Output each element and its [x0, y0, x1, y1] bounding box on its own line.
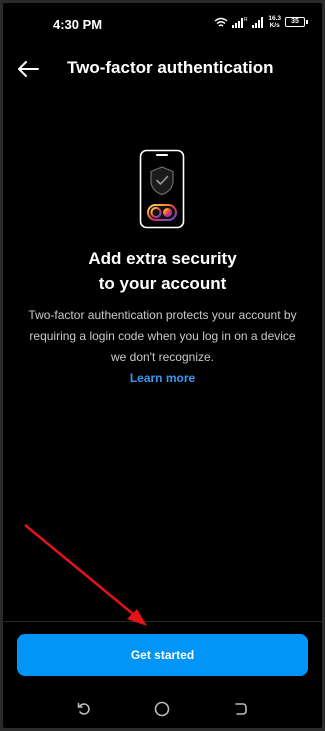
- learn-more-link-row: Learn more: [3, 371, 322, 385]
- headline: Add extra security to your account: [3, 246, 322, 296]
- headline-line-2: to your account: [98, 274, 227, 293]
- network-speed-unit: K/s: [269, 22, 280, 29]
- divider: [3, 621, 322, 622]
- nav-back-button[interactable]: [229, 697, 253, 721]
- back-icon: [235, 703, 247, 715]
- home-button[interactable]: [150, 697, 174, 721]
- network-speed-value: 16.3: [268, 15, 281, 22]
- annotation-arrow-icon: [24, 524, 147, 626]
- battery-icon: 35: [285, 17, 308, 27]
- network-speed: 16.3 K/s: [268, 15, 281, 29]
- get-started-button[interactable]: Get started: [17, 634, 308, 676]
- signal-icon: [252, 17, 264, 28]
- phone-shield-check-icon: [139, 149, 185, 229]
- status-bar: 4:30 PM R 16.3 K/s 35: [3, 3, 322, 47]
- signal-r-icon: R: [232, 17, 248, 28]
- recents-icon: [77, 702, 90, 715]
- page-title: Two-factor authentication: [67, 58, 274, 77]
- recents-button[interactable]: [72, 697, 96, 721]
- wifi-icon: [214, 17, 228, 27]
- app-header: Two-factor authentication: [3, 51, 322, 87]
- status-time: 4:30 PM: [53, 17, 103, 32]
- illustration: [139, 149, 185, 234]
- system-nav-bar: [3, 693, 322, 723]
- learn-more-link[interactable]: Learn more: [130, 371, 195, 385]
- home-icon: [154, 701, 170, 717]
- svg-text:R: R: [244, 17, 248, 23]
- back-button[interactable]: [13, 55, 43, 83]
- arrow-left-icon: [18, 61, 39, 77]
- screen: 4:30 PM R 16.3 K/s 35 Two-factor authent…: [3, 3, 322, 728]
- headline-line-1: Add extra security: [88, 249, 237, 268]
- description: Two-factor authentication protects your …: [28, 308, 297, 364]
- status-icons: R 16.3 K/s 35: [214, 15, 308, 29]
- battery-level: 35: [285, 17, 305, 27]
